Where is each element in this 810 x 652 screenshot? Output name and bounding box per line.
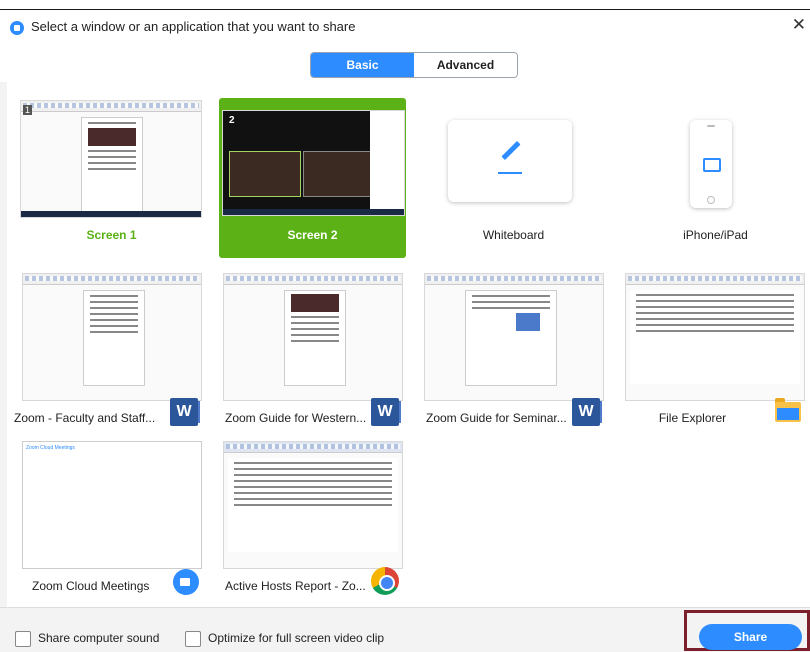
word-icon: W: [572, 398, 602, 426]
phone-icon: [690, 120, 732, 208]
whiteboard-card: [448, 120, 572, 202]
chrome-icon: [371, 567, 399, 595]
word-icon: W: [371, 398, 401, 426]
share-tile-whiteboard[interactable]: Whiteboard: [420, 98, 607, 258]
share-tile-app-seminar[interactable]: Zoom Guide for Seminar... W: [424, 273, 614, 428]
share-button[interactable]: Share: [699, 624, 802, 650]
share-tile-screen-1[interactable]: 1 Screen 1: [18, 98, 205, 258]
app-thumbnail: [625, 273, 805, 401]
screen-2-label: Screen 2: [287, 228, 338, 242]
app-label: Zoom Cloud Meetings: [32, 579, 150, 593]
app-thumbnail: [223, 441, 403, 569]
close-icon[interactable]: ✕: [792, 15, 806, 35]
share-mode-tabs: Basic Advanced: [310, 52, 518, 78]
share-tile-iphone[interactable]: iPhone/iPad: [622, 98, 809, 258]
app-label: Zoom Guide for Western...: [225, 411, 367, 425]
iphone-label: iPhone/iPad: [683, 228, 748, 242]
window-title: Select a window or an application that y…: [31, 19, 356, 34]
zoom-app-icon: [10, 21, 24, 35]
app-label: File Explorer: [658, 411, 727, 425]
tab-advanced[interactable]: Advanced: [414, 53, 517, 77]
screen-1-thumbnail: 1: [20, 100, 202, 218]
app-thumbnail: [22, 273, 202, 401]
window-top-border: [0, 9, 810, 10]
share-tile-app-western[interactable]: Zoom Guide for Western... W: [223, 273, 413, 428]
app-label: Zoom - Faculty and Staff...: [14, 411, 156, 425]
app-thumbnail: [223, 273, 403, 401]
optimize-checkbox[interactable]: [185, 631, 201, 647]
app-thumbnail: [424, 273, 604, 401]
folder-icon: [775, 398, 801, 422]
share-sound-checkbox[interactable]: [15, 631, 31, 647]
screen-2-thumbnail: 2: [222, 110, 405, 216]
title-bar: Select a window or an application that y…: [0, 0, 810, 46]
airplay-icon: [703, 158, 721, 172]
tab-basic[interactable]: Basic: [311, 53, 414, 77]
share-tile-app-hosts-report[interactable]: Active Hosts Report - Zo...: [223, 441, 413, 596]
zoom-icon: [173, 569, 199, 595]
share-tile-app-explorer[interactable]: File Explorer: [625, 273, 810, 428]
screen-number-badge: 1: [23, 105, 33, 115]
thumbnail-title: Zoom Cloud Meetings: [26, 445, 75, 451]
pencil-icon: [501, 140, 521, 161]
word-icon: W: [170, 398, 200, 426]
optimize-label: Optimize for full screen video clip: [208, 631, 385, 645]
share-sound-label: Share computer sound: [38, 631, 160, 645]
share-tile-app-faculty[interactable]: Zoom - Faculty and Staff... W: [14, 273, 212, 428]
screen-1-label: Screen 1: [86, 228, 137, 242]
app-label: Zoom Guide for Seminar...: [426, 411, 567, 425]
whiteboard-label: Whiteboard: [482, 228, 545, 242]
screen-number-badge: 2: [229, 115, 235, 126]
app-label: Active Hosts Report - Zo...: [225, 579, 366, 593]
share-tile-screen-2[interactable]: 2 Screen 2: [219, 98, 406, 258]
left-edge: [0, 82, 7, 607]
share-tile-app-zoom[interactable]: Zoom Cloud Meetings Zoom Cloud Meetings: [22, 441, 212, 596]
app-thumbnail: Zoom Cloud Meetings: [22, 441, 202, 569]
